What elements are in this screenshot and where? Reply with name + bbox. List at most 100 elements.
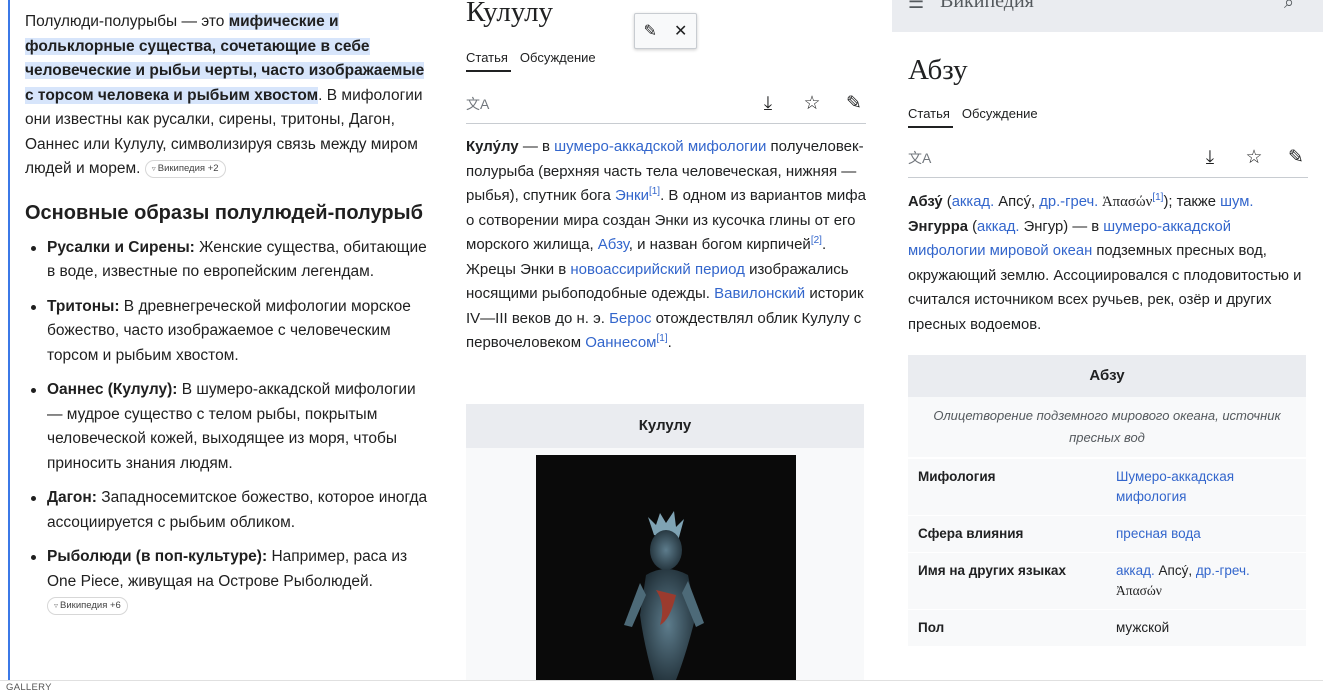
footnote-ref[interactable]: [1] — [1152, 192, 1163, 203]
greek-name: Ἀπασών — [1116, 583, 1162, 598]
source-chip-label: Википедия +2 — [157, 163, 219, 174]
download-icon[interactable]: ⤓ — [1198, 146, 1222, 170]
tab-discussion[interactable]: Обсуждение — [520, 50, 596, 65]
link-neo-assyrian[interactable]: новоассирийский период — [570, 261, 745, 278]
article-term: Абзу́ — [908, 194, 943, 210]
row-key: Пол — [908, 609, 1106, 646]
link-akkadian[interactable]: аккад. — [952, 194, 994, 210]
link-abzu[interactable]: Абзу — [598, 236, 629, 253]
tab-discussion[interactable]: Обсуждение — [962, 106, 1038, 121]
list-item: Русалки и Сирены: Женские существа, обит… — [25, 236, 430, 285]
tab-active-indicator — [466, 70, 511, 72]
text: Апсý, — [1154, 563, 1196, 578]
row-value-link[interactable]: Шумеро-аккадская мифология — [1116, 469, 1234, 504]
site-name[interactable]: Википедия — [940, 0, 1034, 13]
link-akkadian[interactable]: аккад. — [977, 219, 1019, 235]
infobox: Абзу Олицетворение подземного мирового о… — [908, 355, 1306, 646]
tab-article[interactable]: Статья — [466, 50, 508, 65]
item-term: Оаннес (Кулулу): — [47, 381, 178, 398]
gallery-label: GALLERY — [6, 682, 52, 693]
language-icon[interactable]: 文A — [466, 94, 489, 114]
star-icon[interactable]: ☆ — [1242, 146, 1266, 170]
item-text: Западносемитское божество, которое иногд… — [47, 489, 428, 531]
edit-pencil-icon[interactable]: ✎ — [1284, 146, 1308, 170]
footnote-ref[interactable]: [1] — [649, 186, 660, 197]
pencil-icon[interactable]: ✎ — [644, 21, 657, 41]
source-chip[interactable]: ▿ Википедия +6 — [47, 597, 128, 615]
row-value-link[interactable]: пресная вода — [1116, 526, 1201, 541]
images-list: Русалки и Сирены: Женские существа, обит… — [25, 236, 430, 619]
text: ); также — [1163, 194, 1221, 210]
download-icon[interactable]: ⤓ — [756, 92, 780, 116]
panel-accent-edge — [8, 0, 10, 680]
gallery-footer: GALLERY — [0, 680, 1323, 694]
infobox: Кулулу — [466, 404, 864, 680]
article-lead: Кулу́лу — в шумеро-аккадской мифологии п… — [466, 135, 868, 356]
row-key: Мифология — [908, 458, 1106, 516]
edit-pencil-icon[interactable]: ✎ — [842, 92, 866, 116]
link-oannes[interactable]: Оаннесом — [585, 334, 656, 351]
page-title: Кулулу — [466, 0, 554, 28]
infobox-image[interactable] — [536, 455, 796, 680]
article-toolbar: 文A ⤓ ☆ ✎ — [466, 84, 866, 124]
close-icon[interactable]: ✕ — [674, 21, 687, 41]
text: — в — [518, 138, 555, 155]
alt-term: Энгурра — [908, 218, 968, 235]
page-title: Абзу — [908, 54, 968, 86]
text: ( — [967, 218, 978, 235]
link-enki[interactable]: Энки — [615, 187, 649, 204]
link-sumerian[interactable]: шум. — [1220, 194, 1253, 210]
list-item: Оаннес (Кулулу): В шумеро-аккадской мифо… — [25, 378, 430, 476]
text: Апсý, — [994, 194, 1040, 210]
link-babylonian[interactable]: Вавилонский — [714, 285, 805, 302]
menu-icon[interactable]: ☰ — [908, 0, 924, 13]
row-key: Имя на других языках — [908, 552, 1106, 610]
footnote-ref[interactable]: [1] — [657, 333, 668, 344]
list-item: Тритоны: В древнегреческой мифологии мор… — [25, 295, 430, 369]
item-term: Рыболюди (в поп-культуре): — [47, 548, 268, 565]
language-icon[interactable]: 文A — [908, 148, 931, 168]
source-chip[interactable]: ▿ Википедия +2 — [144, 160, 226, 178]
article-tabs: Статья Обсуждение — [908, 106, 1308, 128]
footnote-ref[interactable]: [2] — [811, 235, 822, 246]
table-row: Имя на других языках аккад. Апсý, др.-гр… — [908, 552, 1306, 610]
source-chip-label: Википедия +6 — [60, 600, 121, 611]
intro-text: Полулюди-полурыбы — это — [25, 13, 229, 30]
article-toolbar: 文A ⤓ ☆ ✎ — [908, 138, 1308, 178]
wiki-article-kululu: Кулулу Статья Обсуждение 文A ⤓ ☆ ✎ Кулу́л… — [447, 0, 875, 680]
text: . — [667, 334, 672, 351]
infobox-title: Абзу — [908, 355, 1306, 397]
item-term: Дагон: — [47, 489, 97, 506]
search-icon[interactable]: ⌕ — [1284, 0, 1294, 13]
ai-answer-panel: Полулюди-полурыбы — это мифические и фол… — [0, 0, 440, 680]
edit-popup: ✎ ✕ — [634, 13, 697, 49]
greek-name: Ἀπασών — [1098, 194, 1153, 210]
link-world-ocean[interactable]: мировой океан — [990, 243, 1093, 259]
link-akkadian[interactable]: аккад. — [1116, 563, 1155, 578]
item-term: Русалки и Сирены: — [47, 238, 195, 256]
item-term: Тритоны: — [47, 297, 120, 315]
row-value: мужской — [1106, 609, 1306, 646]
tab-active-indicator — [908, 126, 953, 128]
table-row: Пол мужской — [908, 609, 1306, 646]
table-row: Сфера влияния пресная вода — [908, 515, 1306, 553]
article-term: Кулу́лу — [466, 138, 519, 155]
infobox-caption: Олицетворение подземного мирового океана… — [908, 397, 1306, 458]
link-mythology[interactable]: шумеро-аккадской мифологии — [554, 138, 766, 155]
intro-paragraph: Полулюди-полурыбы — это мифические и фол… — [25, 10, 430, 182]
infobox-title: Кулулу — [466, 404, 864, 448]
list-item: Дагон: Западносемитское божество, которо… — [25, 486, 430, 535]
ai-answer-content: Полулюди-полурыбы — это мифические и фол… — [25, 10, 430, 629]
wiki-header: ☰ Википедия ⌕ — [892, 0, 1323, 32]
tab-article[interactable]: Статья — [908, 106, 950, 121]
article-tabs: Статья Обсуждение — [466, 50, 866, 72]
link-berossus[interactable]: Берос — [609, 310, 651, 327]
link-ancient-greek[interactable]: др.-греч. — [1196, 563, 1250, 578]
link-ancient-greek[interactable]: др.-греч. — [1039, 194, 1098, 210]
star-icon[interactable]: ☆ — [800, 92, 824, 116]
table-row: Мифология Шумеро-аккадская мифология — [908, 458, 1306, 516]
section-heading: Основные образы полулюдей-полурыб — [25, 201, 423, 224]
article-lead: Абзу́ (аккад. Апсý, др.-греч. Ἀπασών[1])… — [908, 190, 1312, 337]
infobox-table: Мифология Шумеро-аккадская мифология Сфе… — [908, 458, 1306, 646]
row-key: Сфера влияния — [908, 515, 1106, 553]
